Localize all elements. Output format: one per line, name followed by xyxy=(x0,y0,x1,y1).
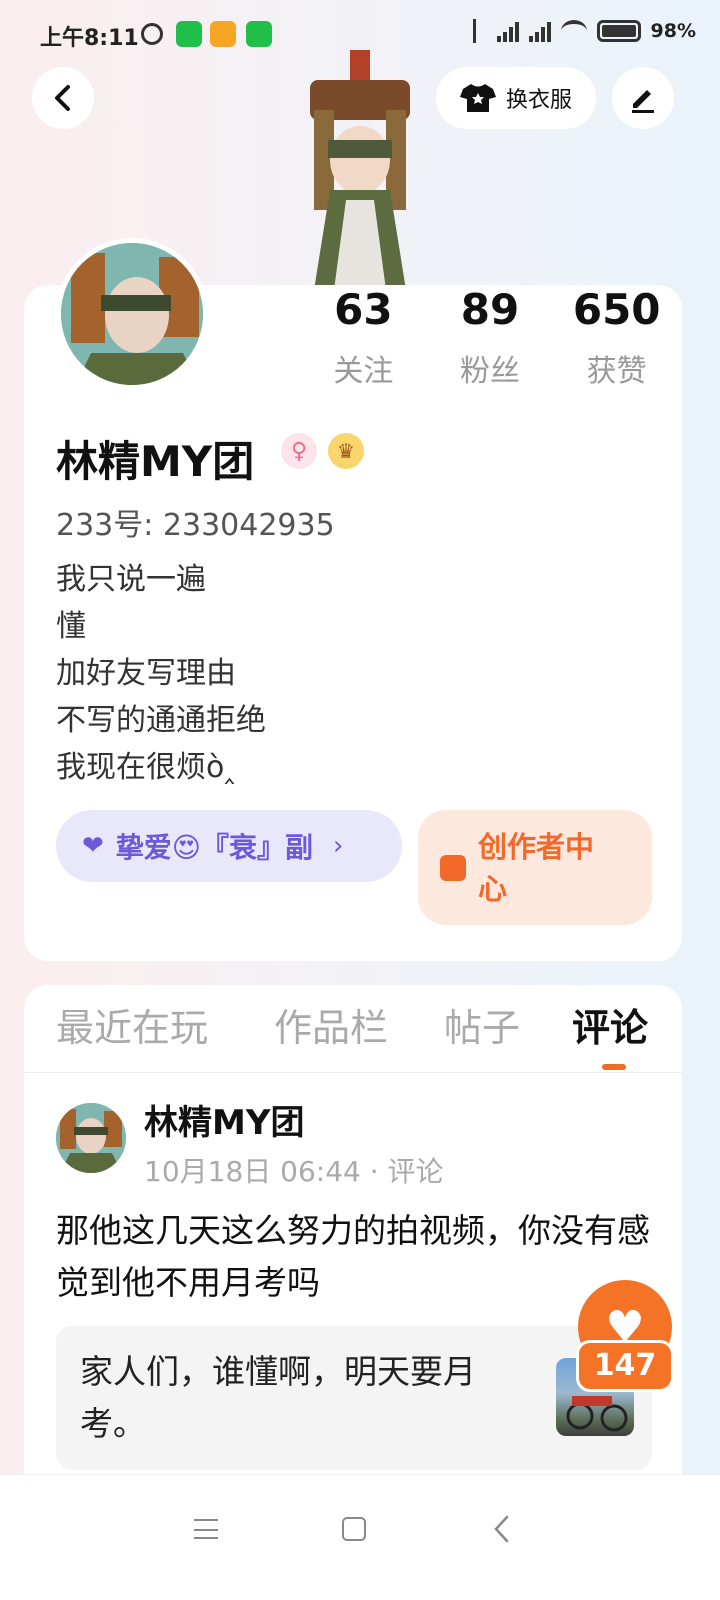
avatar[interactable] xyxy=(56,238,208,390)
stat-likes-label: 获赞 xyxy=(586,354,647,389)
profile-stats: 63 关注 89 粉丝 650 获赞 xyxy=(300,285,680,390)
tab-recently-played[interactable]: 最近在玩 xyxy=(56,1003,208,1053)
battery-icon xyxy=(596,20,641,42)
change-outfit-label: 换衣服 xyxy=(505,88,572,113)
status-time: 上午8:11 xyxy=(40,26,139,51)
home-button[interactable] xyxy=(334,1509,374,1549)
gender-female-icon: ♀ xyxy=(281,433,317,469)
wifi-icon xyxy=(560,20,587,42)
bio-line: 我现在很烦ò‸ xyxy=(56,750,235,785)
heart-link-icon: ❤ xyxy=(82,831,104,861)
bestie-label: 挚爱😍『衰』副 xyxy=(115,831,313,864)
username: 林精MY团 xyxy=(56,437,255,486)
like-count: 147 xyxy=(576,1340,674,1392)
character-avatar-figure[interactable] xyxy=(300,50,420,290)
bio-line: 懂 xyxy=(56,609,86,644)
crown-badge-icon[interactable]: ♛ xyxy=(328,433,364,469)
comment-meta: 10月18日 06:44 · 评论 xyxy=(144,1155,444,1188)
note-app-icon xyxy=(210,21,236,47)
user-id[interactable]: 233号: 233042935 xyxy=(56,500,335,544)
back-arrow-icon xyxy=(494,1515,509,1543)
recent-apps-button[interactable] xyxy=(186,1509,226,1549)
active-tab-indicator xyxy=(602,1064,626,1070)
system-nav-bar xyxy=(0,1474,720,1600)
change-outfit-button[interactable]: 换衣服 xyxy=(436,67,596,129)
bio-line: 加好友写理由 xyxy=(56,656,236,691)
chevron-right-icon: › xyxy=(333,831,344,861)
quoted-post-text: 家人们，谁懂啊，明天要月考。 xyxy=(80,1352,476,1443)
system-back-button[interactable] xyxy=(482,1509,522,1549)
comment-author-avatar[interactable] xyxy=(56,1103,126,1173)
tab-posts[interactable]: 帖子 xyxy=(444,1003,520,1053)
stat-likes-value: 650 xyxy=(572,285,661,334)
bestie-button[interactable]: ❤ 挚爱😍『衰』副 › xyxy=(56,810,402,882)
stat-followers[interactable]: 89 粉丝 xyxy=(427,285,554,390)
creator-center-label: 创作者中心 xyxy=(478,829,595,906)
stat-likes[interactable]: 650 获赞 xyxy=(553,285,680,390)
pencil-icon xyxy=(632,90,654,113)
tshirt-icon xyxy=(459,84,496,112)
menu-icon xyxy=(194,1519,218,1539)
home-icon xyxy=(342,1517,366,1541)
bio-line: 不写的通通拒绝 xyxy=(56,703,266,738)
alarm-icon xyxy=(141,23,163,45)
bluetooth-icon xyxy=(472,19,487,43)
stat-following-value: 63 xyxy=(334,285,393,334)
stat-followers-value: 89 xyxy=(460,285,520,334)
bio-line: 我只说一遍 xyxy=(56,562,206,597)
bio: 我只说一遍 懂 加好友写理由 不写的通通拒绝 我现在很烦ò‸ xyxy=(56,556,266,791)
battery-percent: 98% xyxy=(650,20,696,42)
stat-following[interactable]: 63 关注 xyxy=(300,285,427,390)
tab-works[interactable]: 作品栏 xyxy=(274,1003,388,1053)
wechat-icon xyxy=(176,21,202,47)
stat-followers-label: 粉丝 xyxy=(460,354,520,389)
creator-center-button[interactable]: 创作者中心 xyxy=(418,810,652,925)
shield-app-icon xyxy=(246,21,272,47)
gamepad-icon xyxy=(440,854,466,881)
stat-following-label: 关注 xyxy=(333,354,394,389)
tab-divider xyxy=(24,1072,682,1073)
comment-author-name[interactable]: 林精MY团 xyxy=(144,1095,304,1144)
comment-body[interactable]: 那他这几天这么努力的拍视频，你没有感觉到他不用月考吗 xyxy=(56,1205,656,1309)
signal-icon xyxy=(496,20,519,42)
back-button[interactable] xyxy=(32,67,94,129)
tab-comments[interactable]: 评论 xyxy=(572,1003,648,1053)
edit-profile-button[interactable] xyxy=(612,67,674,129)
chevron-left-icon xyxy=(55,85,70,111)
hd-signal-icon xyxy=(528,20,551,42)
